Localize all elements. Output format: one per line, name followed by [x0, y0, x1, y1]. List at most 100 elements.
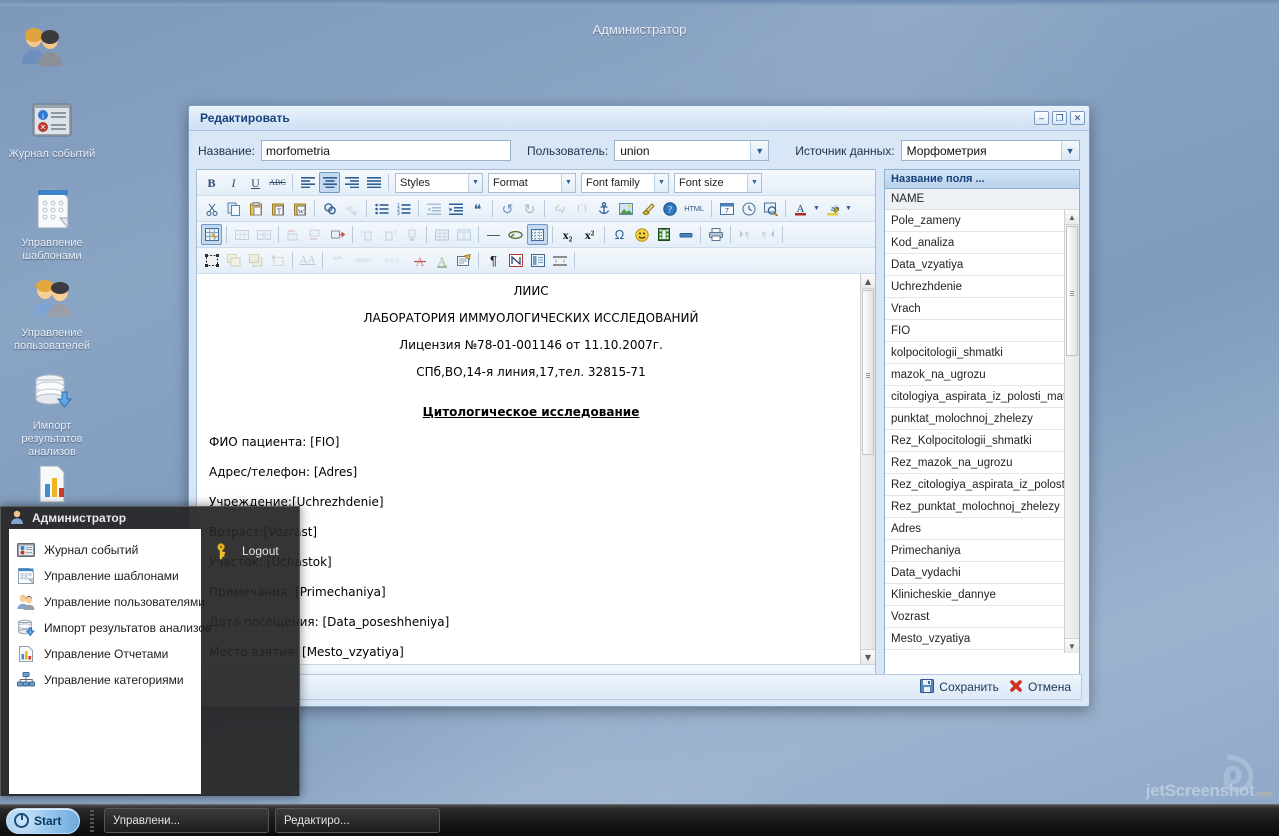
link-icon[interactable] [549, 198, 570, 219]
scroll-up-icon[interactable]: ▲ [861, 274, 875, 289]
page-break-2-icon[interactable] [549, 250, 570, 271]
desktop-icon-reports[interactable] [4, 460, 100, 512]
scroll-up-icon[interactable]: ▲ [1065, 210, 1079, 225]
scroll-thumb[interactable] [1066, 226, 1078, 356]
delete-col-icon[interactable] [401, 224, 422, 245]
media-icon[interactable] [653, 224, 674, 245]
list-item[interactable]: Vrach [885, 298, 1064, 320]
insert-date-icon[interactable]: 7 [716, 198, 737, 219]
redo-icon[interactable]: ↻ [519, 198, 540, 219]
citation-icon[interactable]: ❝❞ [327, 250, 348, 271]
table-row-props-icon[interactable] [231, 224, 252, 245]
cleanup-icon[interactable] [637, 198, 658, 219]
align-justify-icon[interactable] [363, 172, 384, 193]
cancel-button[interactable]: Отмена [1009, 679, 1071, 696]
minimize-button[interactable]: – [1034, 111, 1049, 125]
col-after-icon[interactable] [379, 224, 400, 245]
list-item[interactable]: Rez_citologiya_aspirata_iz_polosti_ [885, 474, 1064, 496]
list-item[interactable]: Rez_Kolpocitologii_shmatki [885, 430, 1064, 452]
scroll-thumb[interactable] [862, 290, 874, 455]
image-icon[interactable] [615, 198, 636, 219]
abbreviation-icon[interactable]: ABBR [349, 250, 377, 271]
strikethrough-icon[interactable]: ABC [267, 172, 288, 193]
insert-time-icon[interactable] [738, 198, 759, 219]
print-icon[interactable] [705, 224, 726, 245]
list-item[interactable]: Uchrezhdenie [885, 276, 1064, 298]
bullet-list-icon[interactable] [371, 198, 392, 219]
paste-text-icon[interactable]: T [267, 198, 288, 219]
html-source-icon[interactable]: HTML [681, 198, 707, 219]
document-scrollbar[interactable]: ▲ ▼ [860, 274, 875, 664]
special-char-icon[interactable]: Ω [609, 224, 630, 245]
start-button[interactable]: Start [6, 808, 80, 834]
replace-icon[interactable]: abB [341, 198, 362, 219]
outdent-icon[interactable] [423, 198, 444, 219]
list-item[interactable]: Rez_punktat_molochnoj_zhelezy [885, 496, 1064, 518]
remove-format-icon[interactable] [505, 224, 526, 245]
desktop-icon-users[interactable]: Управление пользователей [4, 275, 100, 353]
maximize-button[interactable]: ❐ [1052, 111, 1067, 125]
find-icon[interactable] [319, 198, 340, 219]
col-before-icon[interactable] [357, 224, 378, 245]
save-button[interactable]: Сохранить [920, 679, 999, 696]
insert-table-icon[interactable] [201, 224, 222, 245]
list-item[interactable]: Kod_analiza [885, 232, 1064, 254]
start-menu-item-event-log[interactable]: Журнал событий [9, 537, 201, 563]
format-dropdown[interactable]: Format ▼ [488, 173, 576, 193]
merge-cells-icon[interactable] [453, 224, 474, 245]
insert-text-icon[interactable]: A [431, 250, 452, 271]
start-menu-item-templates[interactable]: Управление шаблонами [9, 563, 201, 589]
undo-icon[interactable]: ↺ [497, 198, 518, 219]
font-family-dropdown[interactable]: Font family ▼ [581, 173, 669, 193]
taskbar-item-1[interactable]: Управлени... [104, 808, 269, 833]
indent-icon[interactable] [445, 198, 466, 219]
preview-icon[interactable] [760, 198, 781, 219]
list-item[interactable]: citologiya_aspirata_iz_polosti_matk [885, 386, 1064, 408]
font-size-dropdown[interactable]: Font size ▼ [674, 173, 762, 193]
row-after-icon[interactable] [305, 224, 326, 245]
datasource-select[interactable]: Морфометрия ▼ [901, 140, 1080, 161]
bold-icon[interactable]: B [201, 172, 222, 193]
styles-dropdown[interactable]: Styles ▼ [395, 173, 483, 193]
start-menu-item-categories[interactable]: Управление категориями [9, 667, 201, 693]
toggle-guidelines-icon[interactable] [527, 224, 548, 245]
list-item[interactable]: Primechaniya [885, 540, 1064, 562]
close-button[interactable]: ✕ [1070, 111, 1085, 125]
italic-icon[interactable]: I [223, 172, 244, 193]
numbered-list-icon[interactable]: 123 [393, 198, 414, 219]
background-color-icon[interactable]: ab [822, 198, 843, 219]
paste-word-icon[interactable]: W [289, 198, 310, 219]
name-input[interactable] [261, 140, 511, 161]
blockquote-icon[interactable]: ❝ [467, 198, 488, 219]
delete-row-icon[interactable] [327, 224, 348, 245]
list-item[interactable]: Mesto_vzyatiya [885, 628, 1064, 650]
insert-layer-icon[interactable] [267, 250, 288, 271]
underline-icon[interactable]: U [245, 172, 266, 193]
list-item[interactable]: punktat_molochnoj_zhelezy [885, 408, 1064, 430]
list-item[interactable]: mazok_na_ugrozu [885, 364, 1064, 386]
start-menu-item-users[interactable]: Управление пользователями [9, 589, 201, 615]
style-props-icon[interactable]: AA [297, 250, 318, 271]
list-item[interactable]: FIO [885, 320, 1064, 342]
list-item[interactable]: Vozrast [885, 606, 1064, 628]
paste-icon[interactable] [245, 198, 266, 219]
list-item[interactable]: Issledovanie_provodil_vrach [885, 650, 1064, 653]
attributes-icon[interactable] [453, 250, 474, 271]
horizontal-rule-icon[interactable]: — [483, 224, 504, 245]
align-left-icon[interactable] [297, 172, 318, 193]
delete-text-icon[interactable]: A [409, 250, 430, 271]
page-break-icon[interactable] [675, 224, 696, 245]
unlink-icon[interactable] [571, 198, 592, 219]
list-item[interactable]: Pole_zameny [885, 210, 1064, 232]
chevron-down-icon[interactable]: ▼ [844, 198, 853, 219]
desktop-icon-templates[interactable]: Управление шаблонами [4, 185, 100, 263]
row-before-icon[interactable] [283, 224, 304, 245]
ltr-icon[interactable]: ¶ [735, 224, 756, 245]
list-item[interactable]: Adres [885, 518, 1064, 540]
anchor-icon[interactable] [593, 198, 614, 219]
help-icon[interactable]: ? [659, 198, 680, 219]
acronym-icon[interactable]: A.B.C. [378, 250, 408, 271]
cut-icon[interactable] [201, 198, 222, 219]
user-select[interactable]: union ▼ [614, 140, 769, 161]
subscript-icon[interactable]: x₂ [557, 224, 578, 245]
